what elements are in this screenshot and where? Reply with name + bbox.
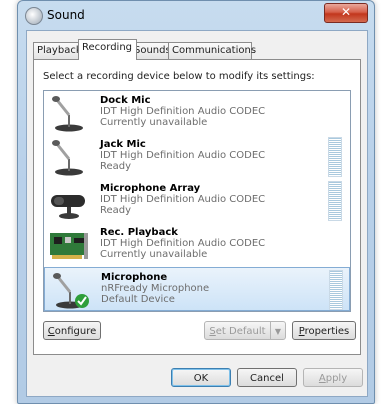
device-name: Microphone [101,272,168,283]
microphone-icon [52,96,83,132]
cancel-button[interactable]: Cancel [237,368,297,387]
device-list[interactable]: Dock Mic IDT High Definition Audio CODEC… [43,90,351,312]
title-bar: Sound ✕ [18,1,374,29]
level-meter [329,270,343,310]
device-status: Ready [100,161,132,172]
tab-communications[interactable]: Communications [168,42,256,59]
properties-button[interactable]: Properties [292,321,356,340]
device-status: Default Device [101,294,175,305]
device-status: Currently unavailable [100,117,208,128]
close-icon: ✕ [340,5,352,19]
device-driver: IDT High Definition Audio CODEC [100,150,266,161]
apply-button[interactable]: Apply [303,368,363,387]
close-button[interactable]: ✕ [324,3,368,23]
device-name: Microphone Array [100,183,201,194]
recording-panel: Select a recording device below to modif… [33,59,361,355]
device-item-microphone-array[interactable]: Microphone Array IDT High Definition Aud… [44,179,350,223]
microphone-icon [52,140,83,176]
device-status: Currently unavailable [100,249,208,260]
configure-button[interactable]: Configure [43,321,101,340]
device-item-microphone[interactable]: Microphone nRFready Microphone Default D… [44,267,350,311]
device-name: Rec. Playback [100,227,178,238]
set-default-button[interactable]: Set Default [204,321,271,340]
device-item-jack-mic[interactable]: Jack Mic IDT High Definition Audio CODEC… [44,135,350,179]
ok-button[interactable]: OK [171,368,231,387]
speaker-icon [25,7,43,25]
device-driver: nRFready Microphone [101,283,210,294]
level-meter [328,181,342,221]
tab-recording[interactable]: Recording [78,39,137,60]
microphone-default-icon [53,273,89,309]
set-default-dropdown-icon[interactable]: ▼ [270,321,286,340]
device-driver: IDT High Definition Audio CODEC [100,194,266,205]
device-status: Ready [100,205,132,216]
window-title: Sound [47,8,85,22]
device-driver: IDT High Definition Audio CODEC [100,238,266,249]
device-item-rec-playback[interactable]: Rec. Playback IDT High Definition Audio … [44,223,350,267]
device-name: Jack Mic [100,139,146,150]
level-meter [328,137,342,177]
device-item-dock-mic[interactable]: Dock Mic IDT High Definition Audio CODEC… [44,91,350,135]
instruction-text: Select a recording device below to modif… [43,71,315,82]
sound-dialog: Sound ✕ Playback Recording Sounds Commun… [17,0,375,404]
device-driver: IDT High Definition Audio CODEC [100,106,266,117]
device-name: Dock Mic [100,95,151,106]
dialog-body: Playback Recording Sounds Communications… [26,30,368,397]
sound-card-icon [50,233,88,259]
microphone-array-icon [51,195,85,219]
